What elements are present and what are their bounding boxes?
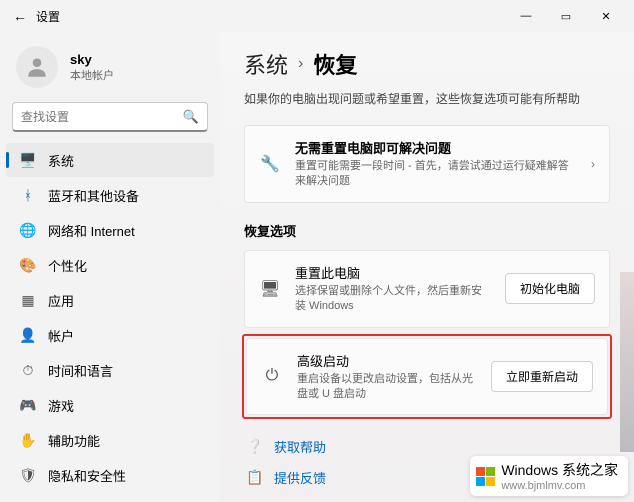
troubleshoot-title: 无需重置电脑即可解决问题 (295, 138, 577, 157)
sidebar-item-4[interactable]: ▦ 应用 (6, 283, 214, 317)
advanced-startup-title: 高级启动 (297, 351, 477, 370)
nav-icon: ⏱ (20, 362, 36, 378)
advanced-startup-desc: 重启设备以更改启动设置，包括从光盘或 U 盘启动 (297, 372, 477, 403)
nav-icon: ✋ (20, 432, 36, 448)
nav-list: 🖥️ 系统 ᚼ 蓝牙和其他设备 🌐 网络和 Internet 🎨 个性化 ▦ 应用 👤 帐户 ⏱ 时间和语… (0, 142, 220, 502)
avatar (16, 46, 58, 88)
user-block[interactable]: sky 本地帐户 (0, 40, 220, 102)
nav-label: 辅助功能 (48, 431, 100, 450)
nav-label: 个性化 (48, 256, 87, 275)
get-help-label: 获取帮助 (274, 437, 326, 456)
page-subtitle: 如果你的电脑出现问题或希望重置，这些恢复选项可能有所帮助 (244, 90, 610, 107)
highlight-box: ⏻ 高级启动 重启设备以更改启动设置，包括从光盘或 U 盘启动 立即重新启动 (242, 334, 612, 420)
search-input[interactable] (21, 110, 183, 124)
nav-label: 游戏 (48, 396, 74, 415)
sidebar-item-2[interactable]: 🌐 网络和 Internet (6, 213, 214, 247)
power-icon: ⏻ (261, 367, 283, 385)
user-name: sky (70, 52, 114, 67)
help-icon: ❔ (246, 438, 264, 455)
main-content: 系统 › 恢复 如果你的电脑出现问题或希望重置，这些恢复选项可能有所帮助 🔧 无… (220, 32, 634, 502)
watermark: Windows 系统之家 www.bjmlmv.com (470, 456, 628, 496)
close-button[interactable]: ✕ (586, 2, 626, 30)
nav-icon: 🖥️ (20, 152, 36, 168)
troubleshoot-desc: 重置可能需要一段时间 - 首先，请尝试通过运行疑难解答来解决问题 (295, 159, 577, 190)
wrench-icon: 🔧 (259, 154, 281, 174)
nav-label: 网络和 Internet (48, 221, 135, 240)
breadcrumb-parent[interactable]: 系统 (244, 48, 288, 80)
restart-now-button[interactable]: 立即重新启动 (491, 361, 593, 392)
user-type: 本地帐户 (70, 67, 114, 83)
nav-label: 帐户 (48, 326, 74, 345)
reset-icon: 🖥 (259, 279, 281, 299)
nav-label: 时间和语言 (48, 361, 113, 380)
sidebar-item-3[interactable]: 🎨 个性化 (6, 248, 214, 282)
nav-icon: 👤 (20, 327, 36, 343)
search-icon: 🔍 (183, 109, 199, 125)
sidebar-item-9[interactable]: 🛡 隐私和安全性 (6, 458, 214, 492)
back-button[interactable]: ← (8, 4, 32, 28)
nav-icon: ▦ (20, 292, 36, 308)
reset-pc-desc: 选择保留或删除个人文件，然后重新安装 Windows (295, 284, 491, 315)
breadcrumb: 系统 › 恢复 (244, 48, 610, 80)
advanced-startup-row: ⏻ 高级启动 重启设备以更改启动设置，包括从光盘或 U 盘启动 立即重新启动 (246, 338, 608, 416)
maximize-button[interactable]: ▭ (546, 2, 586, 30)
watermark-text: Windows 系统之家 (501, 460, 618, 480)
nav-icon: ᚼ (20, 187, 36, 203)
nav-label: 蓝牙和其他设备 (48, 186, 139, 205)
search-box[interactable]: 🔍 (12, 102, 208, 132)
sidebar-item-10[interactable]: ⟳Windows 更新 (6, 493, 214, 502)
watermark-url: www.bjmlmv.com (501, 480, 618, 492)
reset-pc-row: 🖥 重置此电脑 选择保留或删除个人文件，然后重新安装 Windows 初始化电脑 (244, 250, 610, 328)
reset-pc-title: 重置此电脑 (295, 263, 491, 282)
section-title: 恢复选项 (244, 221, 610, 240)
feedback-icon: 📋 (246, 469, 264, 486)
sidebar-item-7[interactable]: 🎮 游戏 (6, 388, 214, 422)
windows-logo-icon (476, 467, 495, 486)
sidebar-item-6[interactable]: ⏱ 时间和语言 (6, 353, 214, 387)
nav-icon: 🎮 (20, 397, 36, 413)
nav-label: 隐私和安全性 (48, 466, 126, 485)
chevron-right-icon: › (591, 157, 595, 171)
sidebar-item-0[interactable]: 🖥️ 系统 (6, 143, 214, 177)
breadcrumb-current: 恢复 (313, 48, 357, 80)
sidebar: sky 本地帐户 🔍 🖥️ 系统 ᚼ 蓝牙和其他设备 🌐 网络和 Internet 🎨 个性化… (0, 32, 220, 502)
nav-label: 系统 (48, 151, 74, 170)
sidebar-item-5[interactable]: 👤 帐户 (6, 318, 214, 352)
nav-icon: 🎨 (20, 257, 36, 273)
minimize-button[interactable]: — (506, 2, 546, 30)
reset-pc-button[interactable]: 初始化电脑 (505, 273, 595, 304)
troubleshoot-card[interactable]: 🔧 无需重置电脑即可解决问题 重置可能需要一段时间 - 首先，请尝试通过运行疑难… (244, 125, 610, 203)
decoration (620, 272, 634, 452)
nav-label: 应用 (48, 291, 74, 310)
nav-icon: 🛡 (20, 467, 36, 483)
nav-icon: 🌐 (20, 222, 36, 238)
feedback-label: 提供反馈 (274, 468, 326, 487)
breadcrumb-separator: › (298, 55, 303, 73)
sidebar-item-8[interactable]: ✋ 辅助功能 (6, 423, 214, 457)
sidebar-item-1[interactable]: ᚼ 蓝牙和其他设备 (6, 178, 214, 212)
window-title: 设置 (36, 8, 60, 25)
